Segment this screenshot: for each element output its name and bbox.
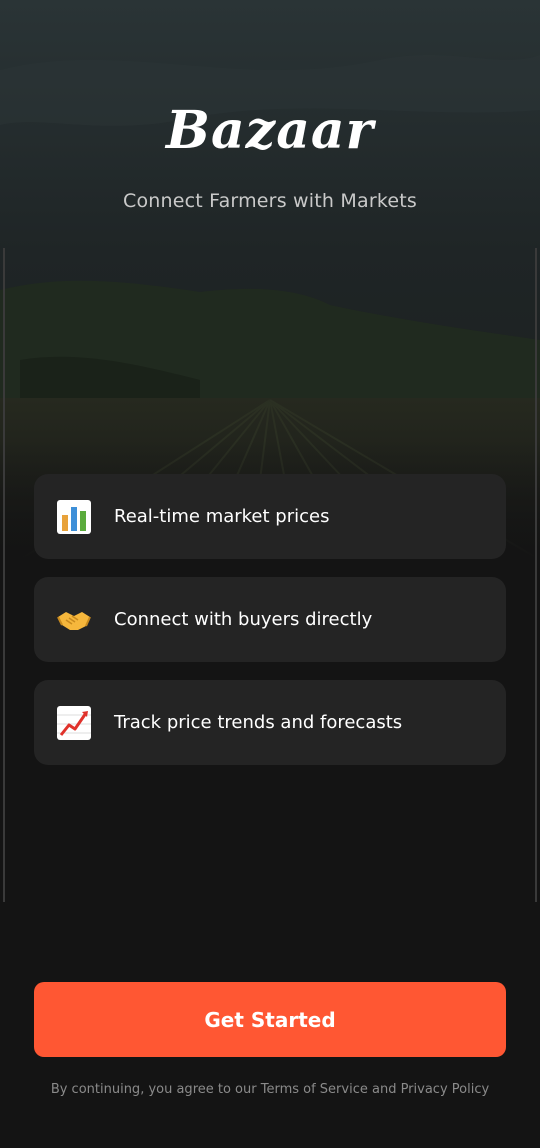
feature-label: Track price trends and forecasts (114, 712, 403, 733)
trending-up-icon (56, 705, 92, 741)
feature-card-market-prices: Real-time market prices (34, 474, 506, 559)
bar-chart-icon (56, 499, 92, 535)
right-edge-divider (535, 248, 537, 902)
feature-card-buyers: Connect with buyers directly (34, 577, 506, 662)
handshake-icon (56, 602, 92, 638)
terms-disclaimer: By continuing, you agree to our Terms of… (50, 1082, 490, 1097)
feature-label: Real-time market prices (114, 506, 330, 527)
get-started-button[interactable]: Get Started (34, 982, 506, 1057)
feature-card-trends: Track price trends and forecasts (34, 680, 506, 765)
app-subtitle: Connect Farmers with Markets (122, 190, 417, 212)
app-title: Bazaar (166, 100, 374, 161)
left-edge-divider (3, 248, 5, 902)
feature-label: Connect with buyers directly (114, 609, 373, 630)
